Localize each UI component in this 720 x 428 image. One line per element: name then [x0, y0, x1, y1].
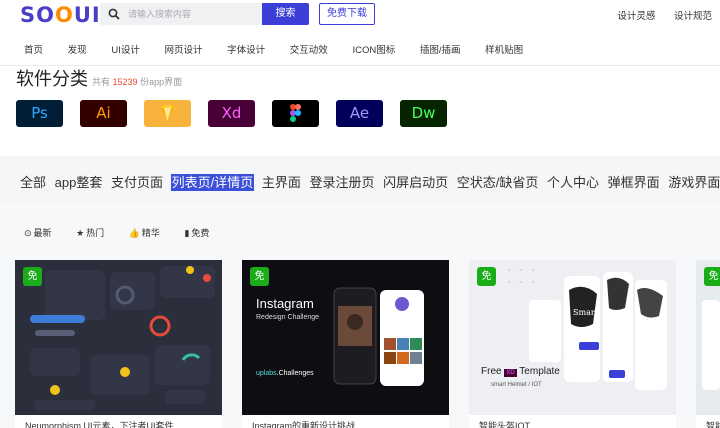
header: SOOUI 搜索 免费下载 设计灵感 设计规范 [0, 0, 720, 30]
tag-bar: 全部 app整套 支付页面 列表页/详情页 主界面 登录注册页 闪屏启动页 空状… [0, 156, 720, 204]
logo-part-2: O [54, 3, 74, 27]
after-effects-icon[interactable]: Ae [336, 100, 383, 127]
nav-item-illustrations[interactable]: 插图/插画 [420, 42, 461, 56]
logo-part-3: UI [73, 3, 101, 27]
card-item[interactable]: Instagram Redesign Challenge uplabs.Chal… [242, 260, 449, 428]
tag-profile[interactable]: 个人中心 [547, 175, 599, 190]
phone-headline: Smart [573, 308, 598, 317]
instagram-preview-image [242, 260, 449, 415]
search-input[interactable] [128, 6, 258, 22]
card-thumbnail[interactable]: Instagram Redesign Challenge uplabs.Chal… [242, 260, 449, 415]
tag-empty-state[interactable]: 空状态/缺省页 [457, 175, 539, 190]
tag-splash[interactable]: 闪屏启动页 [383, 175, 448, 190]
figma-logo-icon [290, 104, 301, 122]
card-item[interactable]: Smart Free XD Template smart Helmet / IO… [469, 260, 676, 428]
nav-item-discover[interactable]: 发现 [68, 42, 87, 56]
tag-payment[interactable]: 支付页面 [111, 175, 163, 190]
brand-uplabs: uplabs [256, 370, 277, 377]
filter-free[interactable]: ▮ 免费 [184, 226, 209, 239]
illustrator-icon[interactable]: Ai [80, 100, 127, 127]
free-badge: 免 [250, 267, 269, 286]
page: SOOUI 搜索 免费下载 设计灵感 设计规范 首页 发现 UI设计 网页设计 … [0, 0, 720, 428]
tag-list-detail[interactable]: 列表页/详情页 [170, 174, 255, 191]
free-badge: 免 [477, 267, 496, 286]
xd-icon[interactable]: Xd [208, 100, 255, 127]
filter-hot[interactable]: ★ 热门 [76, 226, 104, 239]
search-button[interactable]: 搜索 [262, 3, 309, 25]
sketch-diamond-icon [161, 105, 174, 121]
top-links: 设计灵感 设计规范 [601, 8, 712, 22]
card-title[interactable]: Neumorphism UI元素，下注者UI套件 [25, 419, 174, 428]
nav-item-mockups[interactable]: 样机贴图 [485, 42, 523, 56]
clock-icon: ⊙ [24, 228, 32, 238]
card-title[interactable]: 智能头盔IOT [479, 419, 530, 428]
tag-login[interactable]: 登录注册页 [310, 175, 375, 190]
thumb-headline-free: Free [481, 366, 502, 377]
nav-divider [0, 65, 720, 66]
xd-badge: XD [504, 369, 517, 377]
tag-list: 全部 app整套 支付页面 列表页/详情页 主界面 登录注册页 闪屏启动页 空状… [20, 172, 720, 191]
dreamweaver-icon[interactable]: Dw [400, 100, 447, 127]
card-thumbnail[interactable]: Smart Free XD Template smart Helmet / IO… [469, 260, 676, 415]
smart-helmet-preview-image [469, 260, 676, 415]
neumorphism-preview-image [15, 260, 222, 415]
tag-app-set[interactable]: app整套 [55, 175, 103, 190]
thumb-headline: Instagram [256, 296, 314, 311]
nav-item-home[interactable]: 首页 [24, 42, 43, 56]
sort-filters: ⊙ 最新 ★ 热门 👍 精华 ▮ 免费 [24, 226, 231, 239]
nav-item-interaction[interactable]: 交互动效 [290, 42, 328, 56]
free-badge: 免 [704, 267, 720, 286]
filter-latest[interactable]: ⊙ 最新 [24, 226, 52, 239]
sketch-icon[interactable] [144, 100, 191, 127]
logo-part-1: SO [20, 3, 55, 27]
link-design-inspiration[interactable]: 设计灵感 [617, 11, 655, 22]
card-title[interactable]: 智能 [706, 419, 720, 428]
tag-all[interactable]: 全部 [20, 175, 46, 190]
filter-label: 精华 [141, 228, 160, 238]
filter-label: 最新 [33, 228, 52, 238]
count-suffix: 份app界面 [140, 77, 183, 87]
search-box [100, 3, 262, 25]
category-count: 共有 15239 份app界面 [92, 75, 182, 88]
bookmark-icon: ▮ [184, 228, 190, 238]
card-item[interactable]: 免 智能 [696, 260, 720, 428]
photoshop-icon[interactable]: Ps [16, 100, 63, 127]
thumb-subheadline: smart Helmet / IOT [491, 382, 542, 388]
category-title: 软件分类 [16, 69, 88, 89]
thumb-headline-template: Template [519, 366, 560, 377]
card-title[interactable]: Instagram的重新设计挑战 [252, 419, 355, 428]
figma-icon[interactable] [272, 100, 319, 127]
thumb-brand: uplabs.Challenges [256, 370, 314, 377]
count-number: 15239 [112, 77, 138, 87]
brand-challenges: .Challenges [276, 370, 314, 377]
nav-item-ui-design[interactable]: UI设计 [111, 42, 140, 56]
count-prefix: 共有 [92, 77, 111, 87]
filter-label: 免费 [191, 228, 210, 238]
thumb-headline: Free XD Template [481, 366, 560, 377]
thumb-subheadline: Redesign Challenge [256, 314, 320, 321]
nav-item-icons[interactable]: ICON图标 [352, 42, 395, 56]
card-thumbnail[interactable] [15, 260, 222, 415]
card-item[interactable]: 免 Neumorphism UI元素，下注者UI套件 [15, 260, 222, 428]
filter-label: 热门 [86, 228, 105, 238]
star-icon: ★ [76, 228, 85, 238]
tag-game[interactable]: 游戏界面 [668, 175, 720, 190]
filter-featured[interactable]: 👍 精华 [129, 226, 160, 239]
search-icon [108, 8, 120, 20]
free-download-button[interactable]: 免费下载 [319, 3, 375, 25]
main-nav: 首页 发现 UI设计 网页设计 字体设计 交互动效 ICON图标 插图/插画 样… [24, 42, 545, 56]
nav-item-web-design[interactable]: 网页设计 [164, 42, 202, 56]
nav-item-font-design[interactable]: 字体设计 [227, 42, 265, 56]
logo[interactable]: SOOUI [20, 2, 101, 28]
free-badge: 免 [23, 267, 42, 286]
link-design-guidelines[interactable]: 设计规范 [674, 11, 712, 22]
thumb-icon: 👍 [128, 228, 140, 238]
tag-dialog[interactable]: 弹框界面 [608, 175, 660, 190]
tag-main-ui[interactable]: 主界面 [262, 175, 301, 190]
